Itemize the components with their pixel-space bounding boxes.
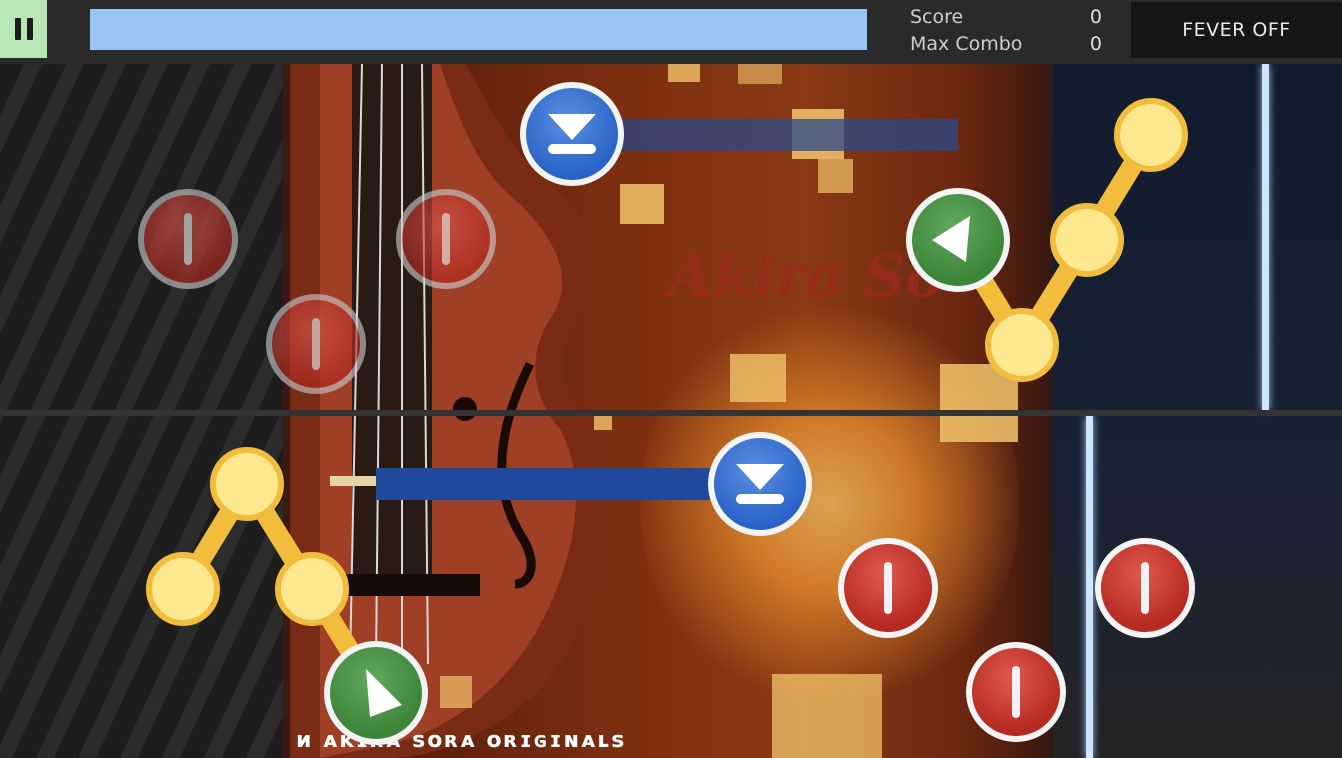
tap-note[interactable] <box>966 642 1066 742</box>
play-field[interactable]: Akira So ᴎ ᴀᴋɪʀᴀ sᴏʀᴀ ᴏʀɪɢɪɴᴀʟs <box>0 64 1342 758</box>
tap-note[interactable] <box>396 189 496 289</box>
top-hud: Score 0 Max Combo 0 FEVER OFF <box>0 0 1342 64</box>
tap-note[interactable] <box>138 189 238 289</box>
slide-note[interactable] <box>1050 203 1124 277</box>
tap-note[interactable] <box>266 294 366 394</box>
flick-arrow-icon <box>932 216 970 262</box>
slide-note[interactable] <box>985 308 1059 382</box>
tap-note-icon <box>184 213 192 265</box>
slide-note[interactable] <box>210 447 284 521</box>
pause-button[interactable] <box>0 0 47 58</box>
slide-note[interactable] <box>1114 98 1188 172</box>
slide-note[interactable] <box>146 552 220 626</box>
pause-icon-bar <box>26 18 33 40</box>
pause-icon <box>14 18 21 40</box>
slide-note[interactable] <box>275 552 349 626</box>
song-progress-bar <box>90 9 867 50</box>
flick-note[interactable] <box>324 641 428 745</box>
tap-note-icon <box>312 318 320 370</box>
tap-note-icon <box>1141 562 1149 614</box>
fever-indicator: FEVER OFF <box>1131 2 1342 58</box>
max-combo-label: Max Combo <box>910 33 1023 55</box>
song-progress-fill <box>90 9 867 50</box>
hold-note[interactable] <box>708 432 812 536</box>
tap-note-icon <box>884 562 892 614</box>
flick-arrow-icon <box>366 669 402 717</box>
tap-note[interactable] <box>1095 538 1195 638</box>
hold-note[interactable] <box>520 82 624 186</box>
tap-note[interactable] <box>838 538 938 638</box>
hold-down-icon <box>548 114 596 154</box>
max-combo-value: 0 <box>1089 33 1102 55</box>
tap-note-icon <box>442 213 450 265</box>
score-label: Score <box>910 6 964 28</box>
flick-note[interactable] <box>906 188 1010 292</box>
score-value: 0 <box>1089 6 1102 28</box>
tap-note-icon <box>1012 666 1020 718</box>
hold-down-icon <box>736 464 784 504</box>
